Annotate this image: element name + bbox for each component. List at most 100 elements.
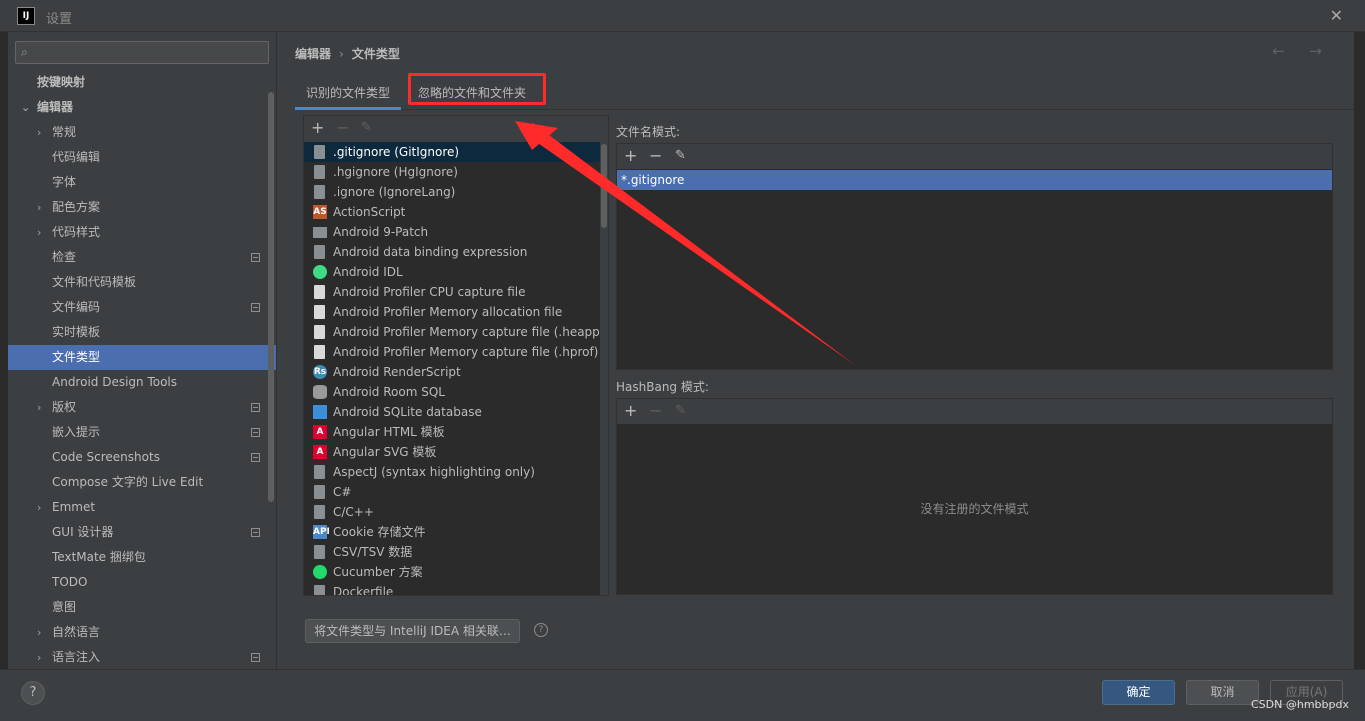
sidebar-item[interactable]: 字体 — [8, 170, 276, 195]
sidebar-item[interactable]: 文件和代码模板 — [8, 270, 276, 295]
file-type-row[interactable]: C/C++ — [304, 502, 600, 522]
cancel-button[interactable]: 取消 — [1186, 680, 1259, 705]
breadcrumb-current: 文件类型 — [351, 47, 400, 61]
file-type-label: Android SQLite database — [333, 405, 482, 419]
associate-file-types-button[interactable]: 将文件类型与 IntelliJ IDEA 相关联… — [305, 619, 520, 643]
sidebar-item-label: 配色方案 — [52, 200, 101, 214]
project-scope-icon — [251, 253, 260, 262]
file-type-row[interactable]: API Cookie 存储文件 — [304, 522, 600, 542]
title-bar: IJ 设置 ✕ — [0, 0, 1365, 32]
breadcrumb-parent[interactable]: 编辑器 — [295, 47, 331, 61]
add-icon[interactable]: + — [624, 401, 637, 421]
remove-icon[interactable]: − — [649, 146, 662, 166]
chevron-right-icon[interactable]: › — [37, 395, 41, 420]
file-type-row[interactable]: Android data binding expression — [304, 242, 600, 262]
sidebar-item[interactable]: › 代码样式 — [8, 220, 276, 245]
sidebar-item[interactable]: Compose 文字的 Live Edit — [8, 470, 276, 495]
project-scope-icon — [251, 303, 260, 312]
sidebar-item[interactable]: Code Screenshots — [8, 445, 276, 470]
file-type-row[interactable]: .ignore (IgnoreLang) — [304, 182, 600, 202]
file-type-row[interactable]: Android Profiler Memory capture file (.h… — [304, 322, 600, 342]
project-scope-icon — [251, 653, 260, 662]
edit-icon[interactable]: ✎ — [675, 146, 686, 166]
pattern-item[interactable]: *.gitignore — [617, 170, 1332, 190]
sidebar-item[interactable]: 检查 — [8, 245, 276, 270]
profiler-file-icon — [314, 345, 325, 359]
sidebar-item-label: TextMate 捆绑包 — [52, 550, 146, 564]
file-type-row[interactable]: Android 9-Patch — [304, 222, 600, 242]
file-type-row[interactable]: .gitignore (GitIgnore) — [304, 142, 600, 162]
back-forward-arrows[interactable]: ← → — [1272, 42, 1332, 60]
sidebar-item[interactable]: GUI 设计器 — [8, 520, 276, 545]
sidebar-item[interactable]: 文件编码 — [8, 295, 276, 320]
chevron-right-icon[interactable]: › — [37, 195, 41, 220]
sidebar-item[interactable]: › 语言注入 — [8, 645, 276, 669]
add-icon[interactable]: + — [311, 118, 324, 138]
file-type-row[interactable]: Android Room SQL — [304, 382, 600, 402]
sidebar-item[interactable]: › 常规 — [8, 120, 276, 145]
sidebar-item[interactable]: 文件类型 — [8, 345, 276, 370]
file-type-row[interactable]: A Angular HTML 模板 — [304, 422, 600, 442]
file-type-row[interactable]: Rs Android RenderScript — [304, 362, 600, 382]
chevron-right-icon[interactable]: › — [37, 220, 41, 245]
filename-patterns-label: 文件名模式: — [616, 125, 681, 139]
file-type-row[interactable]: Android Profiler CPU capture file — [304, 282, 600, 302]
sidebar-item[interactable]: 按键映射 — [8, 70, 276, 95]
chevron-right-icon[interactable]: › — [37, 645, 41, 669]
chevron-down-icon[interactable]: ⌄ — [21, 95, 30, 120]
file-type-row[interactable]: Android SQLite database — [304, 402, 600, 422]
sidebar-item[interactable]: TextMate 捆绑包 — [8, 545, 276, 570]
sidebar-item[interactable]: 代码编辑 — [8, 145, 276, 170]
sidebar-item[interactable]: 嵌入提示 — [8, 420, 276, 445]
ok-button[interactable]: 确定 — [1102, 680, 1175, 705]
add-icon[interactable]: + — [624, 146, 637, 166]
breadcrumb: 编辑器 › 文件类型 — [295, 45, 400, 62]
help-button[interactable]: ? — [21, 681, 45, 705]
actionscript-icon: AS — [313, 205, 327, 219]
file-type-row[interactable]: Dockerfile — [304, 582, 600, 595]
sidebar-item[interactable]: ⌄ 编辑器 — [8, 95, 276, 120]
file-type-scroll-thumb[interactable] — [601, 144, 607, 228]
sidebar-item[interactable]: 意图 — [8, 595, 276, 620]
sidebar-item[interactable]: TODO — [8, 570, 276, 595]
file-type-row[interactable]: CSV/TSV 数据 — [304, 542, 600, 562]
settings-search-input[interactable]: ⌕ — [15, 41, 269, 64]
sidebar-item[interactable]: Android Design Tools — [8, 370, 276, 395]
file-type-row[interactable]: AspectJ (syntax highlighting only) — [304, 462, 600, 482]
sidebar-item[interactable]: › 版权 — [8, 395, 276, 420]
edit-icon[interactable]: ✎ — [675, 401, 686, 421]
profiler-file-icon — [314, 325, 325, 339]
tab-recognized-file-types[interactable]: 识别的文件类型 — [295, 83, 402, 110]
sidebar-scrollbar[interactable] — [268, 92, 274, 502]
file-type-row[interactable]: A Angular SVG 模板 — [304, 442, 600, 462]
hashbang-patterns-panel: + − ✎ 没有注册的文件模式 — [616, 398, 1333, 595]
file-type-scrollbar[interactable] — [600, 142, 608, 595]
chevron-right-icon[interactable]: › — [37, 620, 41, 645]
sidebar-item[interactable]: 实时模板 — [8, 320, 276, 345]
file-type-row[interactable]: Android Profiler Memory capture file (.h… — [304, 342, 600, 362]
file-icon — [314, 505, 325, 519]
file-type-row[interactable]: Android Profiler Memory allocation file — [304, 302, 600, 322]
project-scope-icon — [251, 428, 260, 437]
sidebar-item[interactable]: › Emmet — [8, 495, 276, 520]
chevron-right-icon[interactable]: › — [37, 120, 41, 145]
file-type-row[interactable]: C# — [304, 482, 600, 502]
edit-icon[interactable]: ✎ — [361, 118, 372, 138]
file-type-label: Android Profiler Memory capture file (.h… — [333, 325, 600, 339]
sidebar-item[interactable]: › 自然语言 — [8, 620, 276, 645]
file-type-row[interactable]: Android IDL — [304, 262, 600, 282]
sidebar-item-label: Android Design Tools — [52, 375, 178, 389]
file-type-row[interactable]: AS ActionScript — [304, 202, 600, 222]
file-type-row[interactable]: .hgignore (HgIgnore) — [304, 162, 600, 182]
sqlite-icon — [313, 405, 327, 419]
angular-icon: A — [313, 425, 327, 439]
close-icon[interactable]: ✕ — [1330, 6, 1343, 25]
remove-icon[interactable]: − — [336, 118, 349, 138]
remove-icon[interactable]: − — [649, 401, 662, 421]
file-type-row[interactable]: Cucumber 方案 — [304, 562, 600, 582]
help-icon[interactable]: ? — [534, 623, 548, 637]
chevron-right-icon[interactable]: › — [37, 495, 41, 520]
sidebar-item[interactable]: › 配色方案 — [8, 195, 276, 220]
renderscript-icon: Rs — [313, 365, 327, 379]
file-type-label: Android Profiler Memory capture file (.h… — [333, 345, 599, 359]
